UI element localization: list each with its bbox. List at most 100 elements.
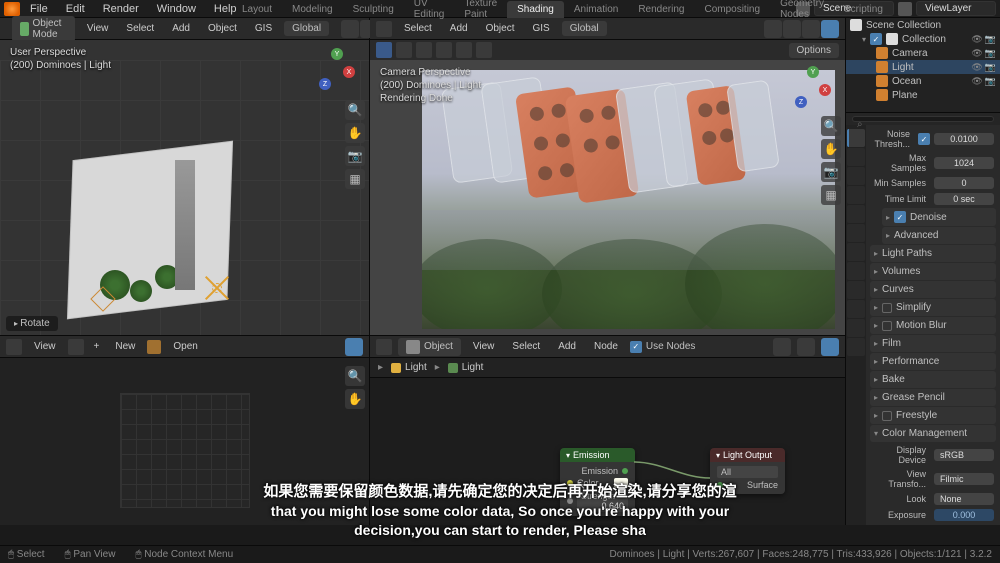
orientation-dropdown-r[interactable]: Global [562, 21, 607, 36]
outliner-scene-collection[interactable]: Scene Collection [846, 18, 1000, 32]
editor-type-icon[interactable] [376, 21, 392, 37]
hdr-object[interactable]: Object [202, 21, 243, 36]
gizmo-x-axis[interactable]: X [343, 66, 355, 78]
denoise-section[interactable]: ▸ ✓ Denoise [882, 208, 996, 226]
zoom-icon[interactable]: 🔍 [345, 100, 365, 120]
shader-type-dropdown[interactable]: Object [398, 338, 461, 356]
prop-tab-physics[interactable] [847, 281, 865, 299]
img-new[interactable]: New [109, 339, 141, 354]
outliner-item-ocean[interactable]: Ocean 👁📷 [846, 74, 1000, 88]
checkbox-icon[interactable]: ✓ [870, 33, 882, 45]
tab-uv[interactable]: UV Editing [404, 0, 455, 23]
volumes-section[interactable]: ▸Volumes [870, 263, 996, 280]
node-opt[interactable] [821, 338, 839, 356]
tab-animation[interactable]: Animation [564, 1, 628, 18]
tab-layout[interactable]: Layout [232, 1, 282, 18]
viewlayer-field[interactable]: ViewLayer [916, 1, 996, 16]
node-add[interactable]: Add [552, 339, 582, 354]
menu-edit[interactable]: Edit [58, 1, 93, 17]
prop-tab-constraint[interactable] [847, 300, 865, 318]
gizmo-y-axis[interactable]: Y [807, 66, 819, 78]
options-dropdown[interactable]: Options [789, 43, 839, 58]
bake-section[interactable]: ▸Bake [870, 371, 996, 388]
hdr-gis-r[interactable]: GIS [527, 21, 556, 36]
emission-node[interactable]: ▾ Emission Emission Color [560, 448, 635, 516]
hdr-object-r[interactable]: Object [480, 21, 521, 36]
editor-type-icon[interactable] [376, 339, 392, 355]
display-device-dropdown[interactable]: sRGB [934, 449, 994, 461]
nav-gizmo[interactable]: X Y Z [313, 48, 355, 90]
img-open[interactable]: Open [167, 339, 203, 354]
sec-btn[interactable] [396, 42, 412, 58]
viewport-3d-right[interactable]: Options [370, 40, 845, 335]
tab-compositing[interactable]: Compositing [694, 1, 770, 18]
checkbox-unchecked-icon[interactable] [882, 321, 892, 331]
prop-tab-material[interactable] [847, 338, 865, 356]
look-dropdown[interactable]: None [934, 493, 994, 505]
menu-window[interactable]: Window [149, 1, 204, 17]
max-samples-value[interactable]: 1024 [934, 157, 994, 169]
last-op-panel[interactable]: ▸ Rotate [6, 316, 58, 331]
grease-pencil-section[interactable]: ▸Grease Pencil [870, 389, 996, 406]
curves-section[interactable]: ▸Curves [870, 281, 996, 298]
zoom-icon[interactable]: 🔍 [345, 366, 365, 386]
prop-tab-scene[interactable] [847, 186, 865, 204]
image-icon[interactable] [68, 339, 84, 355]
restrict-icon[interactable]: 📷 [985, 34, 996, 45]
hdr-gis[interactable]: GIS [249, 21, 278, 36]
image-canvas[interactable]: 🔍 ✋ [0, 358, 369, 525]
sec-btn[interactable] [476, 42, 492, 58]
checkbox-unchecked-icon[interactable] [882, 303, 892, 313]
outliner-item-light[interactable]: Light 👁📷 [846, 60, 1000, 74]
prop-tab-object[interactable] [847, 224, 865, 242]
exposure-value[interactable]: 0.000 [934, 509, 994, 521]
hdr-select[interactable]: Select [120, 21, 160, 36]
film-section[interactable]: ▸Film [870, 335, 996, 352]
node-view[interactable]: View [467, 339, 501, 354]
prop-tab-output[interactable] [847, 148, 865, 166]
zoom-icon[interactable]: 🔍 [821, 116, 841, 136]
prop-tab-data[interactable] [847, 319, 865, 337]
use-nodes-toggle[interactable]: ✓ Use Nodes [630, 341, 695, 353]
sec-btn[interactable] [456, 42, 472, 58]
restrict-icon[interactable]: 📷 [985, 62, 996, 73]
restrict-icon[interactable]: 👁 [971, 48, 982, 59]
prop-tab-render[interactable] [847, 129, 865, 147]
breadcrumb-data[interactable]: Light [448, 362, 484, 373]
tab-sculpting[interactable]: Sculpting [343, 1, 404, 18]
pan-icon[interactable]: ✋ [345, 389, 365, 409]
prop-tab-viewlayer[interactable] [847, 167, 865, 185]
output-socket[interactable] [622, 468, 628, 474]
pan-icon[interactable]: ✋ [821, 139, 841, 159]
light-paths-section[interactable]: ▸Light Paths [870, 245, 996, 262]
tab-scripting[interactable]: Scripting [834, 1, 893, 18]
img-view[interactable]: View [28, 339, 62, 354]
node-node[interactable]: Node [588, 339, 624, 354]
gizmo-z-axis[interactable]: Z [795, 96, 807, 108]
menu-file[interactable]: File [22, 1, 56, 17]
camera-icon[interactable]: 📷 [345, 146, 365, 166]
color-mgmt-section[interactable]: ▾Color Management [870, 425, 996, 442]
noise-thresh-value[interactable]: 0.0100 [934, 133, 994, 145]
input-socket[interactable] [717, 482, 723, 488]
nav-gizmo[interactable]: X Y Z [789, 66, 831, 108]
restrict-icon[interactable]: 👁 [971, 62, 982, 73]
target-dropdown[interactable]: All [717, 466, 778, 478]
perspective-icon[interactable]: ▦ [821, 185, 841, 205]
view-transform-dropdown[interactable]: Filmic [934, 473, 994, 485]
strength-field[interactable]: Strength 0.640 [577, 490, 628, 512]
viewport-3d-left[interactable]: User Perspective (200) Dominoes | Light … [0, 40, 370, 335]
gizmo-y-axis[interactable]: Y [331, 48, 343, 60]
prop-tab-particles[interactable] [847, 262, 865, 280]
noise-thresh-toggle[interactable]: ✓ [918, 133, 930, 145]
hdr-add[interactable]: Add [166, 21, 196, 36]
properties-search-input[interactable]: ⌕ [852, 116, 994, 122]
color-swatch[interactable] [614, 478, 628, 488]
tab-rendering[interactable]: Rendering [628, 1, 694, 18]
restrict-icon[interactable]: 📷 [985, 48, 996, 59]
time-limit-value[interactable]: 0 sec [934, 193, 994, 205]
tab-modeling[interactable]: Modeling [282, 1, 343, 18]
tab-geonodes[interactable]: Geometry Nodes [770, 0, 834, 23]
light-output-node[interactable]: ▾ Light Output All Surface [710, 448, 785, 494]
motion-blur-section[interactable]: ▸Motion Blur [870, 317, 996, 334]
